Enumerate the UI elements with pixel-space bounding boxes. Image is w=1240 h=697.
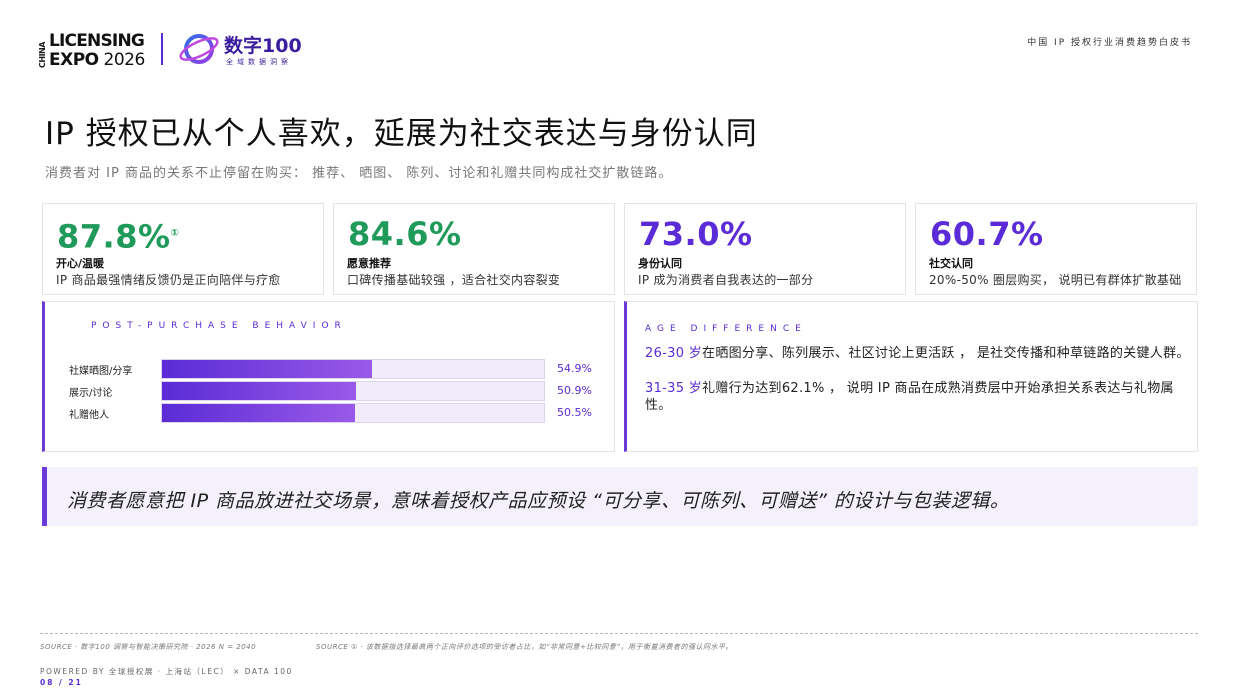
- bar-label: 社媒晒图/分享: [69, 366, 133, 377]
- bar-label: 礼赠他人: [69, 410, 109, 421]
- licensing-expo-logo: CHINA LICENSING EXPO 2026: [38, 30, 150, 70]
- bar-row: 展示/讨论 50.9%: [45, 380, 605, 401]
- logo-expo-line: EXPO 2026: [49, 50, 145, 70]
- data100-logo: 数字100 全域数据洞察: [178, 30, 318, 68]
- footnote-mark: ①: [170, 228, 180, 239]
- bar-fill: [162, 382, 357, 400]
- data100-title: 数字100: [224, 35, 302, 57]
- stat-value: 87.8%①: [57, 217, 180, 256]
- stat-card-recommend: 84.6% 愿意推荐 口碑传播基础较强 ，适合社交内容裂变: [333, 203, 615, 295]
- stat-desc: IP 成为消费者自我表达的一部分: [638, 273, 814, 287]
- age-range-highlight: 26-30 岁: [645, 346, 703, 361]
- age-paragraph-1: 26-30 岁在晒图分享、陈列展示、社区讨论上更活跃 ， 是社交传播和种草链路的…: [645, 346, 1190, 361]
- bar-value: 50.5%: [557, 406, 592, 419]
- bar-track: [161, 381, 545, 401]
- page-subtitle: 消费者对 IP 商品的关系不止停留在购买： 推荐、 晒图、 陈列、讨论和礼赠共同…: [45, 166, 673, 181]
- stat-desc: IP 商品最强情绪反馈仍是正向陪伴与疗愈: [56, 273, 281, 287]
- age-panel: AGE DIFFERENCE 26-30 岁在晒图分享、陈列展示、社区讨论上更活…: [624, 301, 1198, 452]
- data100-subtitle: 全域数据洞察: [226, 58, 292, 66]
- data100-orbit-icon: [179, 34, 219, 64]
- bar-value: 54.9%: [557, 362, 592, 375]
- stat-label: 开心/温暖: [56, 257, 105, 270]
- bar-value: 50.9%: [557, 384, 592, 397]
- stat-card-happy: 87.8%① 开心/温暖 IP 商品最强情绪反馈仍是正向陪伴与疗愈: [42, 203, 324, 295]
- age-heading: AGE DIFFERENCE: [645, 324, 807, 334]
- stat-label: 愿意推荐: [347, 257, 391, 270]
- age-range-highlight: 31-35 岁: [645, 381, 703, 396]
- behavior-heading: POST-PURCHASE BEHAVIOR: [91, 321, 347, 331]
- bar-row: 社媒晒图/分享 54.9%: [45, 358, 605, 379]
- bar-track: [161, 403, 545, 423]
- logo-china-text: CHINA: [38, 42, 47, 68]
- stat-label: 身份认同: [638, 257, 682, 270]
- logo-divider: [161, 33, 163, 65]
- page-title: IP 授权已从个人喜欢，延展为社交表达与身份认同: [45, 116, 758, 152]
- stat-value: 60.7%: [930, 215, 1044, 253]
- bar-track: [161, 359, 545, 379]
- footer-source-note: SOURCE ① · 该数据指选择最高两个正向评价选项的受访者占比，如“非常同意…: [316, 643, 734, 651]
- stat-desc: 20%-50% 圈层购买， 说明已有群体扩散基础: [929, 273, 1182, 287]
- age-paragraph-2: 31-35 岁礼赠行为达到62.1% ， 说明 IP 商品在成熟消费层中开始承担…: [645, 381, 1174, 413]
- stat-value: 73.0%: [639, 215, 753, 253]
- stat-desc: 口碑传播基础较强 ，适合社交内容裂变: [347, 273, 561, 287]
- document-title: 中国 IP 授权行业消费趋势白皮书: [1027, 38, 1192, 48]
- logo-expo-text: EXPO: [49, 50, 99, 70]
- stat-card-social: 60.7% 社交认同 20%-50% 圈层购买， 说明已有群体扩散基础: [915, 203, 1197, 295]
- bar-label: 展示/讨论: [69, 388, 113, 399]
- stat-card-identity: 73.0% 身份认同 IP 成为消费者自我表达的一部分: [624, 203, 906, 295]
- footer-powered-by: POWERED BY 全球授权展 · 上海站（LEC） × DATA 100: [40, 667, 293, 676]
- key-quote: 消费者愿意把 IP 商品放进社交场景，意味着授权产品应预设 “可分享、可陈列、可…: [42, 467, 1198, 526]
- logo-year-text: 2026: [103, 50, 146, 70]
- footer-source: SOURCE · 数字100 调察与智能决策研究院 · 2026 N = 204…: [40, 643, 257, 651]
- bar-fill: [162, 404, 355, 422]
- bar-row: 礼赠他人 50.5%: [45, 402, 605, 423]
- bar-fill: [162, 360, 372, 378]
- quote-text: 消费者愿意把 IP 商品放进社交场景，意味着授权产品应预设 “可分享、可陈列、可…: [67, 490, 1010, 512]
- footer-divider: [40, 633, 1198, 634]
- page-number: 08 / 21: [40, 678, 83, 687]
- logo-licensing-text: LICENSING: [49, 31, 145, 51]
- stat-label: 社交认同: [929, 257, 973, 270]
- stat-value: 84.6%: [348, 215, 462, 253]
- behavior-panel: POST-PURCHASE BEHAVIOR 社媒晒图/分享 54.9% 展示/…: [42, 301, 615, 452]
